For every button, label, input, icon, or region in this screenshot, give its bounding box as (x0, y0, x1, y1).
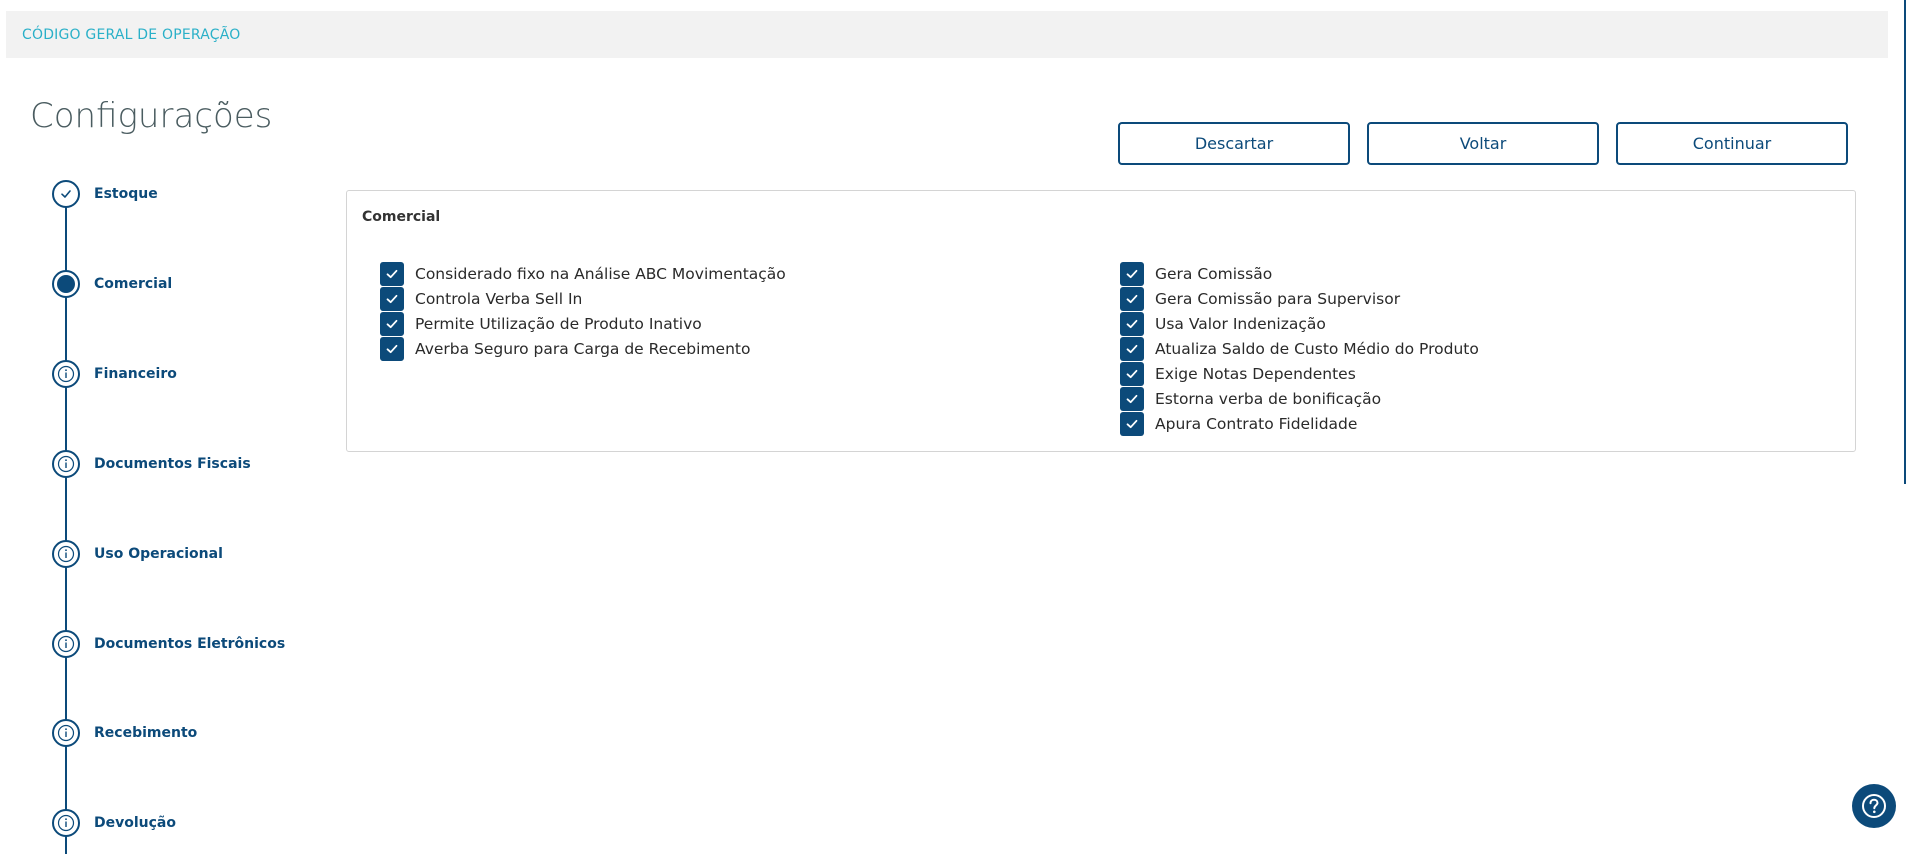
right-options: Gera Comissão Gera Comissão para Supervi… (1120, 261, 1479, 436)
stepper: Estoque Comercial Financeiro Documentos … (52, 180, 312, 854)
option-controla-verba[interactable]: Controla Verba Sell In (380, 286, 786, 311)
step-devolucao[interactable]: Devolução (52, 809, 176, 837)
panel-title: Comercial (362, 209, 441, 225)
checkbox-checked-icon[interactable] (380, 261, 404, 286)
checkbox-checked-icon[interactable] (1120, 336, 1144, 361)
discard-button[interactable]: Descartar (1118, 122, 1350, 165)
help-button[interactable] (1852, 784, 1896, 828)
checkbox-checked-icon[interactable] (1120, 411, 1144, 436)
option-label: Atualiza Saldo de Custo Médio do Produto (1155, 339, 1479, 358)
help-icon (1862, 794, 1886, 818)
option-atualiza-saldo-custo[interactable]: Atualiza Saldo de Custo Médio do Produto (1120, 336, 1479, 361)
info-icon (52, 630, 80, 658)
option-considerado-fixo[interactable]: Considerado fixo na Análise ABC Moviment… (380, 261, 786, 286)
info-icon (52, 450, 80, 478)
option-label: Usa Valor Indenização (1155, 314, 1326, 333)
option-label: Estorna verba de bonificação (1155, 389, 1382, 408)
info-icon (52, 809, 80, 837)
checkbox-checked-icon[interactable] (1120, 311, 1144, 336)
option-gera-comissao[interactable]: Gera Comissão (1120, 261, 1479, 286)
step-label: Comercial (94, 276, 173, 292)
step-documentos-eletronicos[interactable]: Documentos Eletrônicos (52, 630, 285, 658)
action-bar: Descartar Voltar Continuar (1118, 122, 1848, 165)
option-label: Averba Seguro para Carga de Recebimento (415, 339, 751, 358)
step-label: Documentos Fiscais (94, 456, 251, 472)
comercial-panel: Comercial Considerado fixo na Análise AB… (346, 190, 1856, 452)
option-gera-comissao-supervisor[interactable]: Gera Comissão para Supervisor (1120, 286, 1479, 311)
checkbox-checked-icon[interactable] (1120, 386, 1144, 411)
step-recebimento[interactable]: Recebimento (52, 719, 197, 747)
checkbox-checked-icon[interactable] (380, 311, 404, 336)
left-options: Considerado fixo na Análise ABC Moviment… (380, 261, 786, 361)
step-financeiro[interactable]: Financeiro (52, 360, 177, 388)
step-label: Estoque (94, 186, 158, 202)
step-label: Documentos Eletrônicos (94, 636, 286, 652)
breadcrumb-link[interactable]: CÓDIGO GERAL DE OPERAÇÃO (22, 27, 241, 43)
checkbox-checked-icon[interactable] (380, 336, 404, 361)
checkbox-checked-icon[interactable] (1120, 361, 1144, 386)
option-label: Apura Contrato Fidelidade (1155, 414, 1358, 433)
step-uso-operacional[interactable]: Uso Operacional (52, 540, 223, 568)
dot-icon (52, 270, 80, 298)
option-label: Considerado fixo na Análise ABC Moviment… (415, 264, 786, 283)
option-label: Exige Notas Dependentes (1155, 364, 1356, 383)
info-icon (52, 360, 80, 388)
step-label: Recebimento (94, 725, 198, 741)
step-label: Devolução (94, 815, 176, 831)
option-permite-produto-inativo[interactable]: Permite Utilização de Produto Inativo (380, 311, 786, 336)
step-estoque[interactable]: Estoque (52, 180, 158, 208)
option-exige-notas-dependentes[interactable]: Exige Notas Dependentes (1120, 361, 1479, 386)
option-estorna-verba-bonificacao[interactable]: Estorna verba de bonificação (1120, 386, 1479, 411)
option-label: Gera Comissão (1155, 264, 1273, 283)
breadcrumb: CÓDIGO GERAL DE OPERAÇÃO (6, 11, 1888, 58)
back-button[interactable]: Voltar (1367, 122, 1599, 165)
info-icon (52, 540, 80, 568)
option-apura-contrato-fidelidade[interactable]: Apura Contrato Fidelidade (1120, 411, 1479, 436)
info-icon (52, 719, 80, 747)
continue-button[interactable]: Continuar (1616, 122, 1848, 165)
check-icon (52, 180, 80, 208)
option-label: Controla Verba Sell In (415, 289, 583, 308)
option-usa-valor-indenizacao[interactable]: Usa Valor Indenização (1120, 311, 1479, 336)
step-label: Uso Operacional (94, 546, 223, 562)
checkbox-checked-icon[interactable] (1120, 261, 1144, 286)
page-title: Configurações (30, 96, 273, 136)
option-label: Gera Comissão para Supervisor (1155, 289, 1401, 308)
checkbox-checked-icon[interactable] (1120, 286, 1144, 311)
checkbox-checked-icon[interactable] (380, 286, 404, 311)
step-documentos-fiscais[interactable]: Documentos Fiscais (52, 450, 251, 478)
step-comercial[interactable]: Comercial (52, 270, 172, 298)
step-label: Financeiro (94, 366, 177, 382)
option-label: Permite Utilização de Produto Inativo (415, 314, 702, 333)
option-averba-seguro[interactable]: Averba Seguro para Carga de Recebimento (380, 336, 786, 361)
